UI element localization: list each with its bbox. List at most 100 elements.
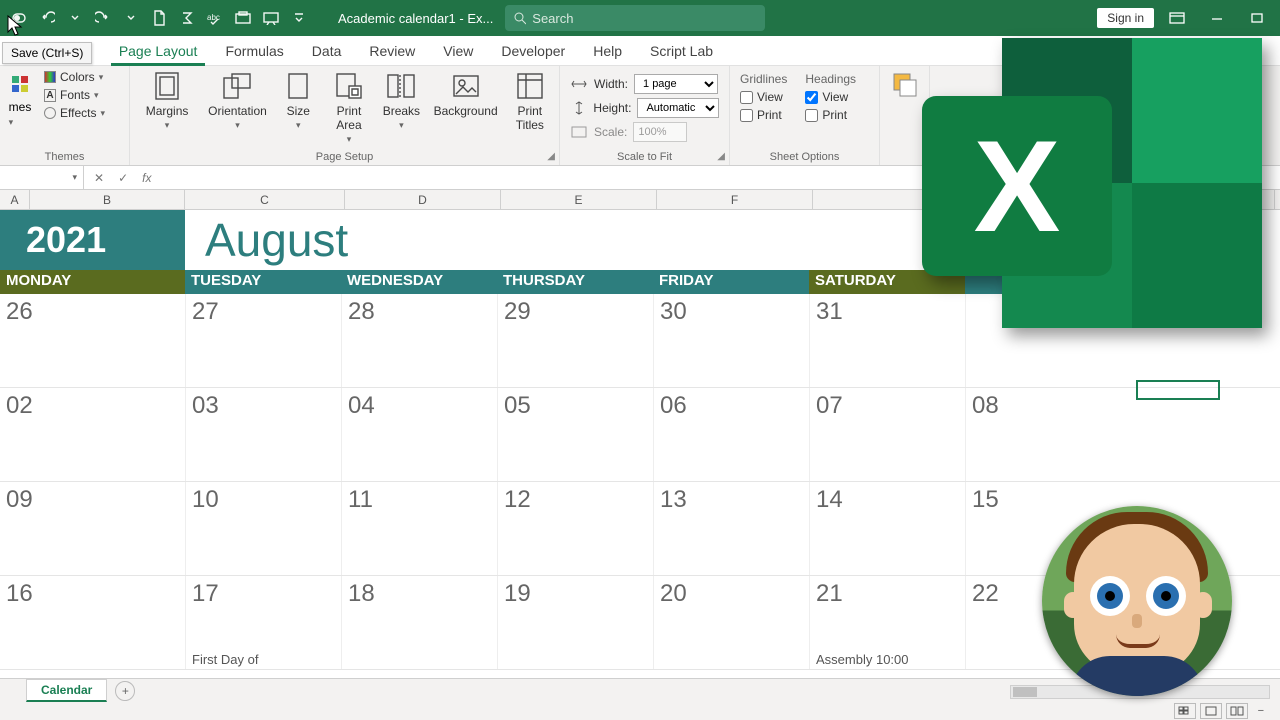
autosum-icon[interactable]	[174, 5, 200, 31]
tab-data[interactable]: Data	[298, 37, 356, 65]
calendar-cell[interactable]: 11	[341, 482, 497, 575]
background-button[interactable]: Background	[435, 70, 497, 118]
height-icon	[570, 101, 587, 115]
day-header: THURSDAY	[497, 270, 653, 294]
quick-access-toolbar: abc	[0, 5, 318, 31]
headings-view-checkbox[interactable]: View	[805, 90, 856, 104]
calendar-cell[interactable]: 28	[341, 294, 497, 387]
maximize-button[interactable]	[1240, 4, 1274, 32]
calendar-cell[interactable]: 06	[653, 388, 809, 481]
spellcheck-icon[interactable]: abc	[202, 5, 228, 31]
group-label-sheet-options: Sheet Options	[740, 151, 869, 163]
width-select[interactable]: 1 page	[634, 74, 718, 94]
sheet-tab-calendar[interactable]: Calendar	[26, 679, 107, 702]
day-header: TUESDAY	[185, 270, 341, 294]
undo-button[interactable]	[34, 5, 60, 31]
calendar-cell[interactable]: 03	[185, 388, 341, 481]
height-select[interactable]: Automatic	[637, 98, 719, 118]
headings-print-checkbox[interactable]: Print	[805, 108, 856, 122]
calendar-cell[interactable]: 08	[965, 388, 1121, 481]
calendar-cell[interactable]: 20	[653, 576, 809, 669]
group-themes: mes▾ Colors ▾ AFonts ▾ Effects ▾ Themes	[0, 66, 130, 165]
calendar-cell[interactable]: 21Assembly 10:00	[809, 576, 965, 669]
calendar-cell[interactable]: 27	[185, 294, 341, 387]
enter-formula-icon[interactable]: ✓	[118, 171, 128, 185]
gridlines-view-checkbox[interactable]: View	[740, 90, 787, 104]
tab-review[interactable]: Review	[355, 37, 429, 65]
group-label-scale: Scale to Fit	[570, 151, 719, 163]
screenshot-icon[interactable]	[230, 5, 256, 31]
calendar-cell[interactable]: 10	[185, 482, 341, 575]
sign-in-button[interactable]: Sign in	[1097, 8, 1154, 28]
print-area-button[interactable]: Print Area▾	[330, 70, 368, 145]
themes-icon[interactable]	[10, 74, 30, 94]
col-header-E[interactable]: E	[501, 190, 657, 209]
calendar-cell[interactable]: 19	[497, 576, 653, 669]
calendar-cell[interactable]: 12	[497, 482, 653, 575]
calendar-cell[interactable]: 07	[809, 388, 965, 481]
calendar-cell[interactable]: 17First Day of	[185, 576, 341, 669]
breaks-button[interactable]: Breaks▾	[382, 70, 420, 131]
undo-dropdown[interactable]	[62, 5, 88, 31]
orientation-button[interactable]: Orientation▾	[208, 70, 267, 131]
qat-customize-dropdown[interactable]	[286, 5, 312, 31]
calendar-cell[interactable]: 05	[497, 388, 653, 481]
fx-button[interactable]: fx	[142, 171, 151, 185]
calendar-cell[interactable]: 09	[0, 482, 185, 575]
print-titles-button[interactable]: Print Titles	[511, 70, 549, 132]
col-header-A[interactable]: A	[0, 190, 30, 209]
name-box[interactable]: ▾	[0, 166, 84, 189]
add-sheet-button[interactable]: +	[115, 681, 135, 701]
present-icon[interactable]	[258, 5, 284, 31]
cursor-icon	[6, 14, 26, 38]
ribbon-display-icon[interactable]	[1160, 4, 1194, 32]
calendar-cell[interactable]: 30	[653, 294, 809, 387]
tab-help[interactable]: Help	[579, 37, 636, 65]
new-file-icon[interactable]	[146, 5, 172, 31]
normal-view-icon[interactable]	[1174, 703, 1196, 719]
status-bar: −	[0, 702, 1280, 720]
col-header-B[interactable]: B	[30, 190, 185, 209]
redo-button[interactable]	[90, 5, 116, 31]
margins-button[interactable]: Margins▾	[140, 70, 194, 131]
gridlines-print-checkbox[interactable]: Print	[740, 108, 787, 122]
zoom-out-button[interactable]: −	[1252, 705, 1270, 717]
size-button[interactable]: Size▾	[281, 70, 316, 131]
effects-button[interactable]: Effects ▾	[44, 106, 105, 120]
group-label-themes: Themes	[10, 151, 119, 163]
calendar-cell[interactable]: 16	[0, 576, 185, 669]
redo-dropdown[interactable]	[118, 5, 144, 31]
calendar-cell[interactable]: 02	[0, 388, 185, 481]
document-title: Academic calendar1 - Ex...	[338, 11, 493, 26]
search-input[interactable]	[532, 11, 757, 26]
col-header-D[interactable]: D	[345, 190, 501, 209]
fonts-button[interactable]: AFonts ▾	[44, 88, 105, 102]
tab-script-lab[interactable]: Script Lab	[636, 37, 727, 65]
scale-input[interactable]	[633, 122, 687, 142]
page-break-view-icon[interactable]	[1226, 703, 1248, 719]
calendar-cell[interactable]: 26	[0, 294, 185, 387]
calendar-cell[interactable]: 18	[341, 576, 497, 669]
calendar-cell[interactable]: 04	[341, 388, 497, 481]
save-tooltip: Save (Ctrl+S)	[2, 42, 92, 64]
bring-forward-icon[interactable]	[890, 70, 918, 98]
selected-cell-outline	[1136, 380, 1220, 400]
page-setup-launcher-icon[interactable]: ◢	[547, 151, 555, 162]
search-box[interactable]	[505, 5, 765, 31]
tab-developer[interactable]: Developer	[487, 37, 579, 65]
themes-button[interactable]: mes▾	[9, 100, 32, 128]
tab-view[interactable]: View	[429, 37, 487, 65]
col-header-C[interactable]: C	[185, 190, 345, 209]
page-layout-view-icon[interactable]	[1200, 703, 1222, 719]
calendar-cell[interactable]: 14	[809, 482, 965, 575]
scale-launcher-icon[interactable]: ◢	[717, 151, 725, 162]
col-header-F[interactable]: F	[657, 190, 813, 209]
calendar-cell[interactable]: 29	[497, 294, 653, 387]
calendar-cell[interactable]: 13	[653, 482, 809, 575]
calendar-event: Assembly 10:00	[816, 652, 909, 667]
colors-button[interactable]: Colors ▾	[44, 70, 105, 84]
tab-formulas[interactable]: Formulas	[211, 37, 297, 65]
minimize-button[interactable]	[1200, 4, 1234, 32]
cancel-formula-icon[interactable]: ✕	[94, 171, 104, 185]
tab-page-layout[interactable]: Page Layout	[105, 37, 212, 65]
